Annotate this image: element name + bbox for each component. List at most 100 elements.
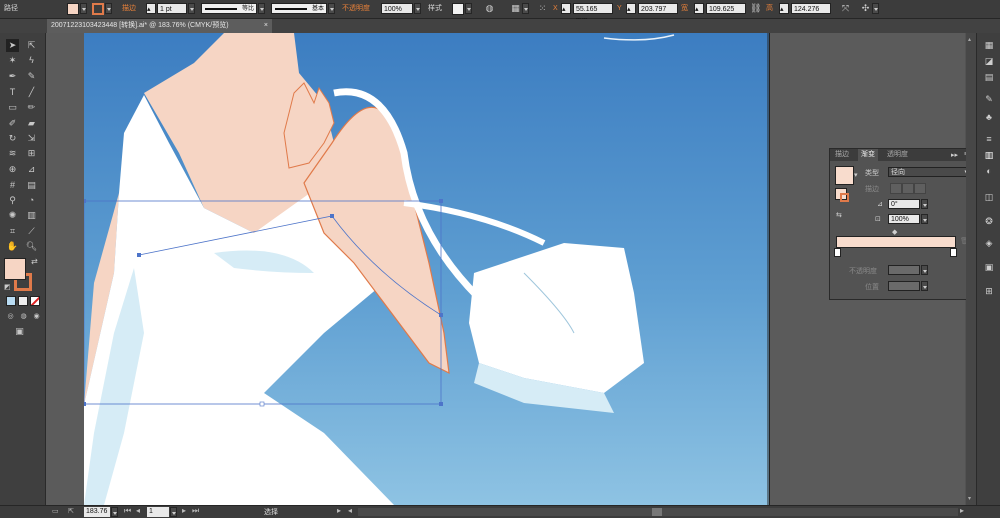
gradient-panel-icon[interactable]: ▥	[983, 149, 995, 161]
horizontal-scroll-thumb[interactable]	[652, 508, 662, 516]
rectangle-tool-icon[interactable]: ▭	[6, 101, 19, 114]
align-icon[interactable]: ▦	[510, 3, 521, 14]
panel-collapse-icon[interactable]: ▸▸	[951, 151, 958, 159]
artboard-nav-icon[interactable]: ▭	[52, 507, 59, 515]
angle-dropdown[interactable]	[921, 199, 928, 209]
symbol-sprayer-icon[interactable]: ✺	[6, 209, 19, 222]
w-label[interactable]: 宽	[681, 3, 688, 15]
tab-transparency[interactable]: 透明度	[884, 149, 911, 161]
illustration[interactable]	[84, 33, 769, 505]
paintbrush-icon[interactable]: ✏	[25, 101, 38, 114]
default-colors-icon[interactable]: ◩	[4, 283, 11, 291]
layers-icon[interactable]: ◈	[983, 237, 995, 249]
draw-inside-icon[interactable]: ◉	[30, 310, 43, 323]
variable-width-profile[interactable]: 等比	[201, 3, 257, 14]
gradient-mode-icon[interactable]	[18, 296, 28, 306]
graphic-styles-icon[interactable]: ❂	[983, 215, 995, 227]
status-menu-icon[interactable]: ▸	[337, 506, 341, 515]
y-label[interactable]: Y	[617, 3, 622, 15]
gradient-type-select[interactable]: 径向 ▾	[888, 167, 971, 177]
artboard-tool-icon[interactable]: ⌗	[6, 225, 19, 238]
opacity-label[interactable]: 不透明度	[342, 3, 370, 15]
tab-gradient[interactable]: 渐变	[858, 149, 878, 161]
color-panel-icon[interactable]: ▦	[983, 39, 995, 51]
tab-stroke[interactable]: 描边	[832, 149, 852, 161]
open-in-bridge-icon[interactable]: ⇱	[68, 507, 74, 515]
reference-point-icon[interactable]: ⁙	[537, 3, 548, 14]
type-tool-icon[interactable]: T	[6, 86, 19, 99]
h-label[interactable]: 高	[766, 3, 773, 15]
x-field[interactable]: 55.165 mm	[573, 3, 613, 24]
horizontal-scrollbar[interactable]	[358, 508, 958, 516]
isolate-icon[interactable]: ✣	[860, 3, 871, 14]
scroll-up-icon[interactable]: ▴	[968, 36, 971, 43]
angle-field[interactable]: 0°	[888, 199, 920, 209]
transparency-icon[interactable]: ◐	[983, 165, 995, 177]
w-spinner[interactable]: ▴	[694, 3, 704, 14]
perspective-grid-icon[interactable]: ⊿	[25, 163, 38, 176]
x-label[interactable]: X	[553, 3, 558, 15]
gradient-preview-swatch[interactable]	[835, 166, 854, 185]
transform-dropdown[interactable]	[872, 3, 879, 14]
stop-location-dropdown[interactable]	[921, 281, 928, 291]
scale-icon[interactable]: ⇲	[25, 132, 38, 145]
swatches-icon[interactable]: ▤	[983, 71, 995, 83]
line-tool-icon[interactable]: ╱	[25, 86, 38, 99]
vertical-scrollbar[interactable]: ▴ ▾	[966, 33, 976, 505]
appearance-icon[interactable]: ◫	[983, 191, 995, 203]
artboard-number-field[interactable]: 1	[147, 507, 169, 517]
transform-panel-icon[interactable]: ⊞	[983, 285, 995, 297]
opacity-field[interactable]: 100%	[381, 3, 413, 14]
hand-tool-icon[interactable]: ✋	[6, 240, 19, 253]
shape-builder-icon[interactable]: ⊕	[6, 163, 19, 176]
column-graph-icon[interactable]: ▥	[25, 209, 38, 222]
style-dropdown[interactable]	[465, 3, 472, 14]
color-mode-icon[interactable]	[6, 296, 16, 306]
previous-artboard-icon[interactable]: ◂	[136, 506, 140, 515]
h-field[interactable]: 124.276	[791, 3, 831, 14]
next-artboard-icon[interactable]: ▸	[182, 506, 186, 515]
scroll-left-icon[interactable]: ◂	[348, 506, 352, 515]
recolor-artwork-icon[interactable]: ◍	[484, 3, 495, 14]
gradient-midpoint-marker[interactable]: ◆	[892, 228, 897, 236]
artboards-icon[interactable]: ▣	[983, 261, 995, 273]
brush-definition[interactable]: 基本	[271, 3, 327, 14]
stop-opacity-dropdown[interactable]	[921, 265, 928, 275]
stop-opacity-field[interactable]	[888, 265, 920, 275]
y-spinner[interactable]: ▴	[626, 3, 636, 14]
stroke-swatch[interactable]	[92, 3, 104, 15]
slice-tool-icon[interactable]: ⟋	[25, 225, 38, 238]
artboard-dropdown[interactable]	[170, 507, 177, 517]
curvature-tool-icon[interactable]: ✎	[25, 70, 38, 83]
pen-tool-icon[interactable]: ✒	[6, 70, 19, 83]
h-spinner[interactable]: ▴	[779, 3, 789, 14]
profile-dropdown[interactable]	[258, 3, 265, 14]
y-field[interactable]: 203.797	[638, 3, 678, 14]
align-dropdown[interactable]	[522, 3, 529, 14]
gradient-slider[interactable]	[836, 236, 956, 248]
opacity-dropdown[interactable]	[414, 3, 421, 14]
scroll-down-icon[interactable]: ▾	[968, 495, 971, 502]
lasso-icon[interactable]: ϟ	[25, 54, 38, 67]
magic-wand-icon[interactable]: ✶	[6, 54, 19, 67]
rotate-icon[interactable]: ↻	[6, 132, 19, 145]
color-guide-icon[interactable]: ◪	[983, 55, 995, 67]
brush-dropdown[interactable]	[328, 3, 335, 14]
draw-normal-icon[interactable]: ◎	[4, 310, 17, 323]
zoom-dropdown[interactable]	[111, 507, 118, 517]
gradient-tool-icon[interactable]: ▤	[25, 179, 38, 192]
stroke-gradient-box[interactable]	[840, 193, 849, 202]
symbols-icon[interactable]: ♣	[983, 111, 995, 123]
screen-mode-icon[interactable]: ▣	[13, 325, 26, 338]
warp-tool-icon[interactable]: ≋	[6, 147, 19, 160]
fill-color-box[interactable]	[4, 258, 26, 280]
blend-tool-icon[interactable]: ◔	[25, 194, 38, 207]
aspect-ratio-dropdown[interactable]	[921, 214, 928, 224]
stroke-color-dropdown[interactable]	[105, 3, 112, 14]
stop-location-field[interactable]	[888, 281, 920, 291]
zoom-tool-icon[interactable]: 🔍︎	[25, 240, 38, 253]
stroke-panel-icon[interactable]: ≡	[983, 133, 995, 145]
aspect-ratio-field[interactable]: 100%	[888, 214, 920, 224]
document-tab[interactable]: 20071223103423448 [转换].ai* @ 183.76% (CM…	[47, 19, 272, 33]
brushes-icon[interactable]: ✎	[983, 93, 995, 105]
